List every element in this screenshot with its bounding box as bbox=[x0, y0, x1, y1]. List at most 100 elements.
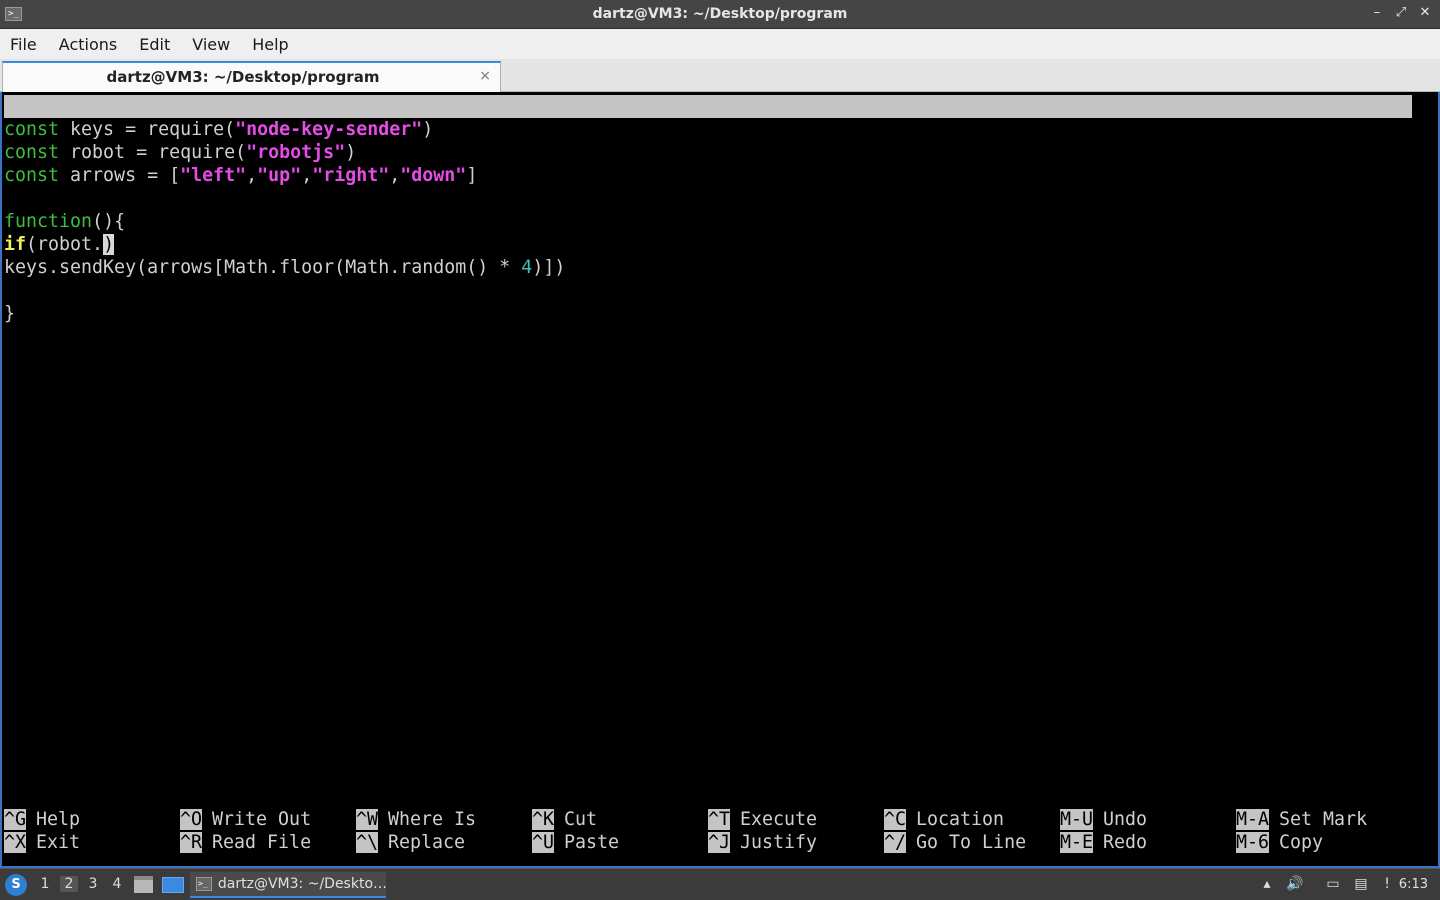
shortcut-label: Cut bbox=[564, 809, 598, 830]
shortcut-key: ^T bbox=[708, 809, 731, 830]
shortcut-key: ^/ bbox=[884, 832, 907, 853]
minimize-button[interactable]: – bbox=[1370, 5, 1384, 21]
code-line-3: const arrows = ["left","up","right","dow… bbox=[4, 164, 477, 187]
shortcut-help: ^G Help bbox=[4, 808, 80, 831]
code-text: ) bbox=[422, 119, 434, 140]
workspace-3[interactable]: 3 bbox=[84, 876, 102, 892]
shortcut-execute: ^T Execute bbox=[708, 808, 817, 831]
shortcut-label: Write Out bbox=[212, 809, 312, 830]
workspace-2[interactable]: 2 bbox=[60, 876, 78, 892]
text-cursor: ) bbox=[103, 234, 115, 255]
code-number: 4 bbox=[521, 257, 533, 278]
shortcut-key: ^K bbox=[532, 809, 555, 830]
shortcut-key: ^O bbox=[180, 809, 203, 830]
code-text: , bbox=[301, 165, 313, 186]
shortcut-write-out: ^O Write Out bbox=[180, 808, 311, 831]
up-arrow-icon[interactable]: ▴ bbox=[1258, 875, 1276, 893]
file-manager-icon[interactable] bbox=[134, 876, 153, 893]
code-text: } bbox=[4, 303, 16, 324]
terminal-tab[interactable]: dartz@VM3: ~/Desktop/program × bbox=[2, 61, 501, 92]
window-controls: – ⤢ ✕ bbox=[1370, 5, 1432, 21]
shortcut-read-file: ^R Read File bbox=[180, 831, 311, 854]
shortcut-key: ^C bbox=[884, 809, 907, 830]
menu-view[interactable]: View bbox=[192, 35, 230, 54]
code-string: "robotjs" bbox=[246, 142, 346, 163]
tab-bar: dartz@VM3: ~/Desktop/program × bbox=[0, 59, 1440, 92]
shortcut-key: M-E bbox=[1060, 832, 1094, 853]
nano-filename: index.js * bbox=[686, 142, 797, 163]
shortcut-label: Undo bbox=[1103, 809, 1148, 830]
shortcut-copy: M-6 Copy bbox=[1236, 831, 1323, 854]
show-desktop-icon[interactable] bbox=[162, 877, 184, 893]
menu-edit[interactable]: Edit bbox=[139, 35, 170, 54]
menu-file[interactable]: File bbox=[10, 35, 37, 54]
shortcut-label: Execute bbox=[740, 809, 818, 830]
tab-close-icon[interactable]: × bbox=[479, 68, 491, 84]
shortcut-key: ^J bbox=[708, 832, 731, 853]
shortcut-label: Go To Line bbox=[916, 832, 1027, 853]
nano-title-bar: GNU nano 6.2 index.js * bbox=[4, 95, 1412, 163]
code-text: (robot. bbox=[26, 234, 104, 255]
shortcut-key: M-6 bbox=[1236, 832, 1270, 853]
shortcut-key: M-U bbox=[1060, 809, 1094, 830]
maximize-button[interactable]: ⤢ bbox=[1394, 5, 1408, 21]
code-line-1: const keys = require("node-key-sender") bbox=[4, 118, 433, 141]
workspace-4[interactable]: 4 bbox=[108, 876, 126, 892]
shortcut-label: Read File bbox=[212, 832, 312, 853]
menu-actions[interactable]: Actions bbox=[59, 35, 117, 54]
shortcut-set-mark: M-A Set Mark bbox=[1236, 808, 1367, 831]
shortcut-label: Where Is bbox=[388, 809, 477, 830]
code-text: , bbox=[389, 165, 401, 186]
code-keyword: function bbox=[4, 211, 93, 232]
code-text: keys.sendKey(arrows[Math.floor(Math.rand… bbox=[4, 257, 522, 278]
menu-bar: File Actions Edit View Help bbox=[0, 29, 1440, 59]
window-title: dartz@VM3: ~/Desktop/program bbox=[592, 6, 848, 22]
shortcut-key: M-A bbox=[1236, 809, 1270, 830]
shortcut-label: Copy bbox=[1279, 832, 1324, 853]
terminal-icon: >_ bbox=[196, 877, 212, 891]
code-string: "left" bbox=[180, 165, 247, 186]
task-label: dartz@VM3: ~/Deskto… bbox=[217, 876, 386, 892]
code-line-5: function(){ bbox=[4, 210, 125, 233]
clock[interactable]: 6:13 bbox=[1399, 877, 1428, 892]
code-keyword: if bbox=[4, 234, 27, 255]
code-keyword: const bbox=[4, 142, 60, 163]
tab-label: dartz@VM3: ~/Desktop/program bbox=[106, 68, 380, 86]
shortcut-key: ^\ bbox=[356, 832, 379, 853]
window-titlebar: >_ dartz@VM3: ~/Desktop/program – ⤢ ✕ bbox=[0, 0, 1440, 29]
network-icon[interactable]: ▭ bbox=[1324, 875, 1342, 893]
code-text: keys = require( bbox=[59, 119, 236, 140]
close-button[interactable]: ✕ bbox=[1418, 5, 1432, 21]
shortcut-go-to-line: ^/ Go To Line bbox=[884, 831, 1026, 854]
code-text: (){ bbox=[92, 211, 126, 232]
workspace-1[interactable]: 1 bbox=[36, 876, 54, 892]
shortcut-label: Location bbox=[916, 809, 1005, 830]
code-keyword: const bbox=[4, 165, 60, 186]
shortcut-key: ^G bbox=[4, 809, 27, 830]
terminal-area[interactable]: GNU nano 6.2 index.js * const keys = req… bbox=[0, 92, 1440, 868]
clipboard-icon[interactable]: ▤ bbox=[1352, 875, 1370, 893]
shortcut-label: Redo bbox=[1103, 832, 1148, 853]
taskbar: S 1 2 3 4 >_ dartz@VM3: ~/Deskto… ▴ 🔊 ▭ … bbox=[0, 868, 1440, 900]
code-string: "right" bbox=[312, 165, 390, 186]
code-line-7: keys.sendKey(arrows[Math.floor(Math.rand… bbox=[4, 256, 565, 279]
shortcut-justify: ^J Justify bbox=[708, 831, 817, 854]
menu-help[interactable]: Help bbox=[252, 35, 288, 54]
scrollbar[interactable] bbox=[1412, 95, 1438, 118]
shortcut-label: Help bbox=[36, 809, 81, 830]
shortcut-replace: ^\ Replace bbox=[356, 831, 465, 854]
shortcut-redo: M-E Redo bbox=[1060, 831, 1147, 854]
shortcut-location: ^C Location bbox=[884, 808, 1004, 831]
shortcut-label: Exit bbox=[36, 832, 81, 853]
shortcut-key: ^R bbox=[180, 832, 203, 853]
code-text: robot = require( bbox=[59, 142, 247, 163]
shortcut-cut: ^K Cut bbox=[532, 808, 597, 831]
start-menu-icon[interactable]: S bbox=[5, 874, 27, 896]
shortcut-key: ^W bbox=[356, 809, 379, 830]
volume-icon[interactable]: 🔊 bbox=[1286, 875, 1304, 893]
update-notifier-icon[interactable]: ! bbox=[1378, 875, 1396, 893]
shortcut-label: Paste bbox=[564, 832, 620, 853]
taskbar-task-terminal[interactable]: >_ dartz@VM3: ~/Deskto… bbox=[190, 872, 386, 898]
code-text: )]) bbox=[532, 257, 566, 278]
shortcut-paste: ^U Paste bbox=[532, 831, 619, 854]
